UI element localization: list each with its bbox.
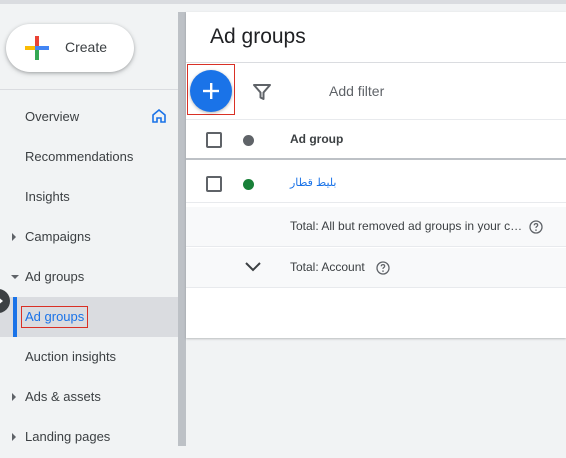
active-indicator xyxy=(13,297,17,337)
sidebar: Create Overview Recommendations Insights… xyxy=(0,4,180,458)
chevron-down-icon[interactable] xyxy=(245,262,261,272)
total-label: Total: All but removed ad groups in your… xyxy=(290,219,523,233)
select-all-checkbox[interactable] xyxy=(206,132,222,148)
help-icon[interactable] xyxy=(376,261,390,275)
sidebar-item-label: Recommendations xyxy=(25,149,134,164)
home-icon xyxy=(152,109,166,123)
caret-right-icon xyxy=(12,233,16,241)
row-checkbox[interactable] xyxy=(206,176,222,192)
sidebar-item-insights[interactable]: Insights xyxy=(0,177,178,217)
table-row: بليط قطار xyxy=(186,163,566,203)
sidebar-scrollbar[interactable] xyxy=(178,12,186,446)
table-header-row: Ad group xyxy=(186,120,566,160)
caret-right-icon xyxy=(12,433,16,441)
column-header-ad-group[interactable]: Ad group xyxy=(290,132,343,146)
sidebar-item-label: Ad groups xyxy=(25,309,85,324)
sidebar-item-label: Insights xyxy=(25,189,70,204)
sidebar-item-label: Landing pages xyxy=(25,429,111,444)
sidebar-item-label: Auction insights xyxy=(25,349,117,364)
sidebar-item-auction-insights[interactable]: Auction insights xyxy=(0,337,178,377)
google-plus-icon xyxy=(25,36,49,60)
title-divider xyxy=(186,62,566,63)
add-filter-button[interactable]: Add filter xyxy=(329,83,384,99)
page-title: Ad groups xyxy=(210,25,306,48)
add-ad-group-button[interactable] xyxy=(190,70,232,112)
help-icon[interactable] xyxy=(529,220,543,234)
create-button-label: Create xyxy=(65,39,108,55)
add-icon xyxy=(203,83,219,99)
sidebar-item-label: Ads & assets xyxy=(25,389,101,404)
main-panel: Ad groups Add filter Ad group بليط قطار … xyxy=(186,12,566,338)
status-enabled-icon[interactable] xyxy=(243,179,254,190)
sidebar-item-landing-pages[interactable]: Landing pages xyxy=(0,417,178,457)
sidebar-item-label: Campaigns xyxy=(25,229,91,244)
total-label: Total: Account xyxy=(290,260,365,274)
sidebar-item-recommendations[interactable]: Recommendations xyxy=(0,137,178,177)
sidebar-item-label: Ad groups xyxy=(25,269,85,284)
sidebar-divider xyxy=(0,89,178,90)
sidebar-item-ad-groups[interactable]: Ad groups xyxy=(0,297,178,337)
caret-right-icon xyxy=(12,393,16,401)
sidebar-item-campaigns[interactable]: Campaigns xyxy=(0,217,178,257)
sidebar-item-overview[interactable]: Overview xyxy=(0,97,178,137)
sidebar-item-label: Overview xyxy=(25,109,80,124)
collapse-arrow-icon xyxy=(0,298,3,304)
ad-group-name-link[interactable]: بليط قطار xyxy=(290,176,336,189)
sidebar-item-ad-groups-section[interactable]: Ad groups xyxy=(0,257,178,297)
total-row-account: Total: Account xyxy=(186,248,566,288)
create-button[interactable]: Create xyxy=(6,24,134,72)
status-column-icon[interactable] xyxy=(243,135,254,146)
filter-icon[interactable] xyxy=(252,82,272,102)
total-row-filtered: Total: All but removed ad groups in your… xyxy=(186,207,566,247)
caret-down-icon xyxy=(11,275,19,279)
sidebar-item-ads-assets[interactable]: Ads & assets xyxy=(0,377,178,417)
